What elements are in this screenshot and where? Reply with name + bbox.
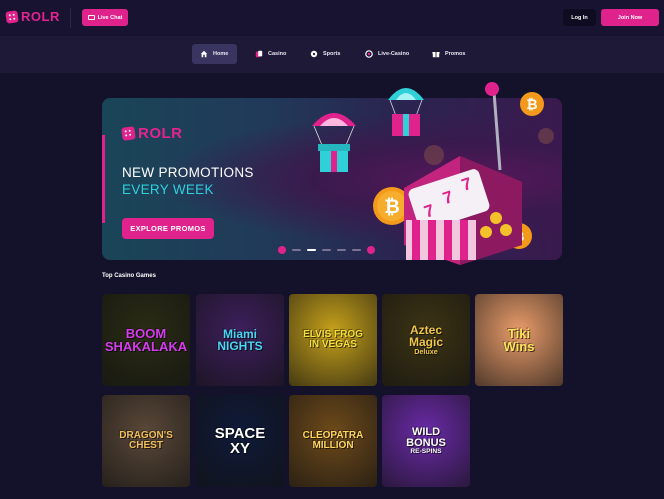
logo-wordmark: ROLR <box>21 9 60 24</box>
divider <box>70 8 71 28</box>
cards-icon <box>255 50 263 58</box>
nav-label: Sports <box>323 51 341 57</box>
game-tile[interactable]: DRAGON'S CHEST <box>102 395 190 487</box>
game-title: Tiki Wins <box>504 327 535 353</box>
parachute-gift-icon <box>388 88 424 136</box>
game-tile[interactable]: BOOM SHAKALAKA <box>102 294 190 386</box>
slot-machine-icon: 7 7 7 <box>404 82 522 265</box>
game-title: SPACE XY <box>215 426 266 456</box>
bitcoin-coin-icon: ₿ <box>520 92 544 116</box>
game-title: DRAGON'S CHEST <box>119 431 173 451</box>
game-title-line: NIGHTS <box>217 339 263 353</box>
svg-text:₿: ₿ <box>384 197 399 218</box>
gift-icon <box>432 52 440 58</box>
game-title: CLEOPATRA MILLION <box>303 431 364 451</box>
game-title: BOOM SHAKALAKA <box>105 327 187 353</box>
nav-promos[interactable]: Promos <box>424 44 473 64</box>
banner-logo: ROLR <box>121 125 183 142</box>
parachute-gift-icon <box>312 113 356 172</box>
main-nav: Home Casino Sports Live-Casino Promos <box>0 36 664 73</box>
carousel-prev-button[interactable] <box>278 246 286 254</box>
game-title: Miami NIGHTS <box>217 328 262 352</box>
game-title-line: IN VEGAS <box>309 339 357 350</box>
nav-home[interactable]: Home <box>192 44 237 64</box>
game-title-line: RE-SPINS <box>410 447 442 455</box>
slot-machine-illustration: ₿ ₿ ₿ 7 7 7 <box>312 82 554 265</box>
home-icon <box>200 50 208 58</box>
nav-live-casino[interactable]: Live-Casino <box>357 44 417 64</box>
nav-label: Casino <box>268 51 287 57</box>
section-title: Top Casino Games <box>102 273 156 279</box>
chip-icon <box>365 50 373 58</box>
game-tile[interactable]: Tiki Wins <box>475 294 563 386</box>
game-title-line: SPACE <box>214 425 266 442</box>
game-title: ELVIS FROG IN VEGAS <box>303 330 363 350</box>
promo-headline: NEW PROMOTIONS <box>122 165 254 180</box>
game-title-line: MILLION <box>312 440 354 451</box>
login-button[interactable]: Log In <box>563 9 596 26</box>
nav-label: Home <box>213 51 229 57</box>
game-tile[interactable]: ELVIS FROG IN VEGAS <box>289 294 377 386</box>
chat-bubble-icon <box>87 15 95 20</box>
dice-icon <box>121 126 136 141</box>
nav-sports[interactable]: Sports <box>302 44 348 64</box>
banner-logo-wordmark: ROLR <box>138 125 183 142</box>
game-title: Aztec Magic Deluxe <box>409 324 443 355</box>
banner-accent-bar <box>102 135 105 223</box>
nav-label: Promos <box>445 51 466 57</box>
soccer-ball-icon <box>310 50 318 58</box>
game-title-line: Deluxe <box>414 347 438 357</box>
live-chat-label: Live Chat <box>97 14 123 21</box>
game-tile[interactable]: WILD BONUS RE-SPINS <box>382 395 470 487</box>
game-title-line: CHEST <box>129 440 163 451</box>
game-title-line: XY <box>229 440 250 457</box>
nav-casino[interactable]: Casino <box>247 44 294 64</box>
nav-label: Live-Casino <box>378 51 410 57</box>
live-chat-button[interactable]: Live Chat <box>82 9 128 26</box>
join-now-button[interactable]: Join Now <box>601 9 659 26</box>
explore-promos-button[interactable]: EXPLORE PROMOS <box>122 218 214 239</box>
site-logo[interactable]: ROLR <box>5 9 60 24</box>
game-tile[interactable]: SPACE XY <box>196 395 284 487</box>
game-title-line: Wins <box>503 339 535 354</box>
game-tile[interactable]: Miami NIGHTS <box>196 294 284 386</box>
game-tile[interactable]: CLEOPATRA MILLION <box>289 395 377 487</box>
dice-icon <box>5 9 19 24</box>
promo-subheadline: EVERY WEEK <box>122 182 214 197</box>
top-bar: ROLR Live Chat Log In Join Now <box>0 0 664 36</box>
game-title: WILD BONUS RE-SPINS <box>406 426 446 456</box>
game-tile[interactable]: Aztec Magic Deluxe <box>382 294 470 386</box>
svg-text:₿: ₿ <box>526 96 537 112</box>
game-title-line: SHAKALAKA <box>104 339 188 354</box>
